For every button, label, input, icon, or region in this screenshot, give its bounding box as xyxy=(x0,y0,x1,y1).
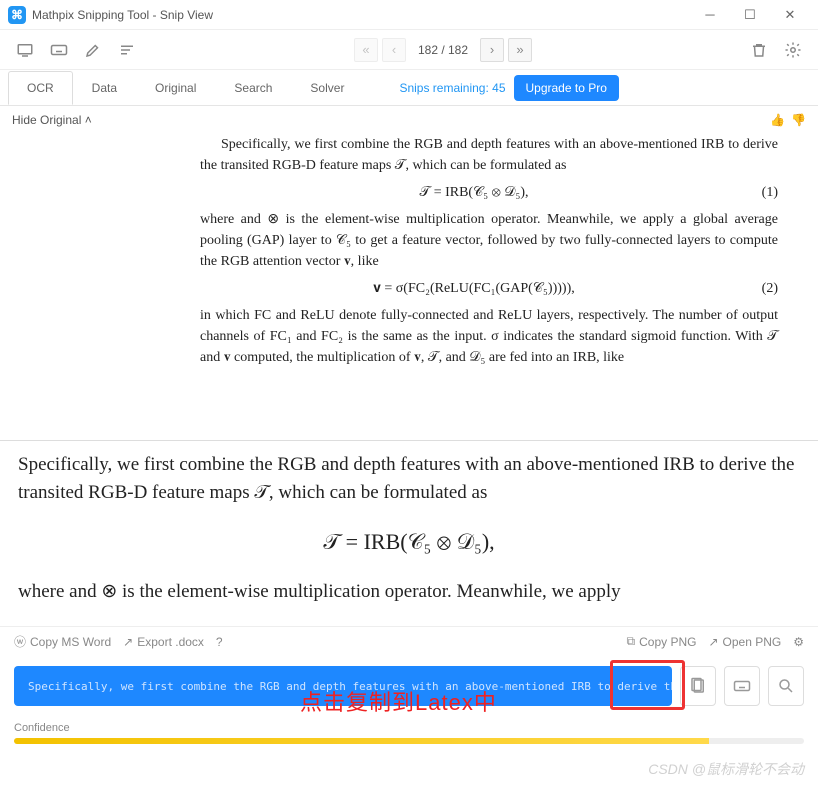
latex-copy-bar[interactable]: Specifically, we first combine the RGB a… xyxy=(14,666,672,706)
chevron-up-icon: ˄ xyxy=(85,113,92,127)
latex-text: Specifically, we first combine the RGB a… xyxy=(28,680,672,693)
equation-2: 𝐯 = σ(FC₂(ReLU(FC₁(GAP(𝒞₅))))), (2) xyxy=(200,278,778,299)
content-header: Hide Original ˄ 👍 👎 xyxy=(0,106,818,134)
copy-icon: ⧉ xyxy=(627,634,636,649)
equation-1: 𝒯 = IRB(𝒞₅ ⊗ 𝒟₅), (1) xyxy=(200,182,778,203)
next-page-button[interactable]: › xyxy=(480,38,504,62)
original-text: where and ⊗ is the element-wise multipli… xyxy=(200,209,778,272)
rendered-text: where and ⊗ is the element-wise multipli… xyxy=(18,578,800,606)
thumbs-up-button[interactable]: 👍 xyxy=(770,113,785,127)
tabs-bar: OCR Data Original Search Solver Snips re… xyxy=(0,70,818,106)
list-button[interactable] xyxy=(114,37,140,63)
page-indicator: 182 / 182 xyxy=(418,43,468,57)
delete-button[interactable] xyxy=(746,37,772,63)
original-text: in which FC and ReLU denote fully-connec… xyxy=(200,305,778,368)
tab-search[interactable]: Search xyxy=(215,71,291,105)
rendered-pane[interactable]: Specifically, we first combine the RGB a… xyxy=(0,440,818,626)
tab-solver[interactable]: Solver xyxy=(291,71,363,105)
close-button[interactable]: ✕ xyxy=(770,1,810,29)
edit-button[interactable] xyxy=(80,37,106,63)
last-page-button[interactable]: » xyxy=(508,38,532,62)
rendered-equation: 𝒯 = IRB(𝒞₅ ⊗ 𝒟₅), xyxy=(18,526,800,558)
titlebar: ⌘ Mathpix Snipping Tool - Snip View ─ ☐ … xyxy=(0,0,818,30)
app-logo: ⌘ xyxy=(8,6,26,24)
watermark: CSDN @鼠标滑轮不会动 xyxy=(648,759,804,779)
minimize-button[interactable]: ─ xyxy=(690,1,730,29)
open-png-button[interactable]: ↗Open PNG xyxy=(708,635,781,649)
export-icon: ↗ xyxy=(123,635,133,649)
confidence-section: Confidence xyxy=(0,716,818,758)
pager: « ‹ 182 / 182 › » xyxy=(354,38,532,62)
clipboard-button[interactable] xyxy=(680,666,716,706)
hide-original-toggle[interactable]: Hide Original ˄ xyxy=(12,113,92,127)
export-bar: ⓦCopy MS Word ↗Export .docx ? ⧉Copy PNG … xyxy=(0,626,818,656)
tab-data[interactable]: Data xyxy=(73,71,136,105)
settings-button[interactable] xyxy=(780,37,806,63)
rendered-text: Specifically, we first combine the RGB a… xyxy=(18,451,800,506)
copy-png-button[interactable]: ⧉Copy PNG xyxy=(627,634,697,649)
maximize-button[interactable]: ☐ xyxy=(730,1,770,29)
export-docx-button[interactable]: ↗Export .docx xyxy=(123,635,204,649)
confidence-bar xyxy=(14,738,804,744)
open-icon: ↗ xyxy=(708,635,718,649)
main-toolbar: « ‹ 182 / 182 › » xyxy=(0,30,818,70)
screenshot-button[interactable] xyxy=(12,37,38,63)
prev-page-button[interactable]: ‹ xyxy=(382,38,406,62)
confidence-label: Confidence xyxy=(14,722,804,734)
confidence-fill xyxy=(14,738,709,744)
help-button[interactable]: ? xyxy=(216,635,223,649)
keyboard-button[interactable] xyxy=(46,37,72,63)
search-side-button[interactable] xyxy=(768,666,804,706)
original-text: Specifically, we first combine the RGB a… xyxy=(200,134,778,176)
original-pane: Specifically, we first combine the RGB a… xyxy=(0,134,818,440)
annotation-box xyxy=(610,660,685,710)
latex-bar-row: Specifically, we first combine the RGB a… xyxy=(0,656,818,716)
window-title: Mathpix Snipping Tool - Snip View xyxy=(32,8,690,22)
copy-word-button[interactable]: ⓦCopy MS Word xyxy=(14,633,111,650)
tab-original[interactable]: Original xyxy=(136,71,215,105)
gear-icon: ⚙ xyxy=(793,635,804,649)
export-settings-button[interactable]: ⚙ xyxy=(793,635,804,649)
first-page-button[interactable]: « xyxy=(354,38,378,62)
keyboard-side-button[interactable] xyxy=(724,666,760,706)
snips-remaining: Snips remaining: 45 xyxy=(399,81,505,95)
thumbs-down-button[interactable]: 👎 xyxy=(791,113,806,127)
upgrade-button[interactable]: Upgrade to Pro xyxy=(514,75,619,101)
tab-ocr[interactable]: OCR xyxy=(8,71,73,105)
word-icon: ⓦ xyxy=(14,633,26,650)
